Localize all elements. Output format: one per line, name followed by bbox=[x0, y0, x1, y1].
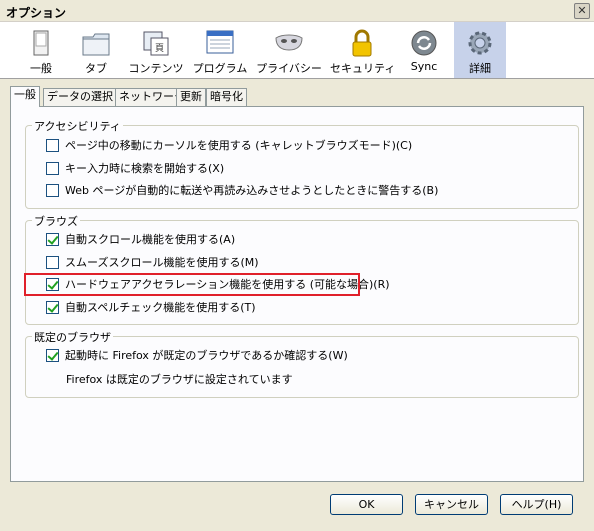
checkbox[interactable] bbox=[46, 255, 59, 269]
highlight-box bbox=[24, 273, 360, 296]
autoscroll-option[interactable]: 自動スクロール機能を使用する(A) bbox=[46, 232, 235, 249]
checkbox[interactable] bbox=[46, 300, 59, 314]
advanced-gear-icon bbox=[468, 31, 492, 55]
tab-data-choices[interactable]: データの選択 bbox=[43, 88, 117, 106]
toolbar-item-advanced[interactable]: 詳細 bbox=[454, 22, 506, 78]
accessibility-group: アクセシビリティ ページ中の移動にカーソルを使用する (キャレットブラウズモード… bbox=[25, 118, 579, 209]
general-icon bbox=[33, 30, 49, 56]
toolbar-item-general[interactable]: 一般 bbox=[20, 22, 62, 78]
svg-text:頁: 頁 bbox=[155, 43, 164, 54]
tab-update[interactable]: 更新 bbox=[176, 88, 206, 106]
checkbox[interactable] bbox=[46, 348, 59, 362]
applications-icon bbox=[206, 30, 234, 54]
window-title: オプション bbox=[6, 6, 67, 20]
title-bar: オプション ✕ bbox=[0, 0, 594, 22]
caret-browsing-option[interactable]: ページ中の移動にカーソルを使用する (キャレットブラウズモード)(C) bbox=[46, 138, 412, 155]
redirect-warning-option[interactable]: Web ページが自動的に転送や再読み込みさせようとしたときに警告する(B) bbox=[46, 183, 438, 200]
group-title: ブラウズ bbox=[32, 213, 80, 229]
checkbox[interactable] bbox=[46, 161, 59, 175]
search-on-typing-option[interactable]: キー入力時に検索を開始する(X) bbox=[46, 161, 224, 178]
checkbox[interactable] bbox=[46, 232, 59, 246]
toolbar-item-content[interactable]: 頁 コンテンツ bbox=[128, 22, 184, 78]
sync-icon bbox=[411, 30, 437, 56]
toolbar-item-applications[interactable]: プログラム bbox=[192, 22, 248, 78]
options-toolbar: 一般 タブ 頁 コンテンツ プログラム プライバシー セキュリティ Sync 詳… bbox=[0, 22, 594, 79]
group-title: 既定のブラウザ bbox=[32, 329, 113, 345]
default-browser-status: Firefox は既定のブラウザに設定されています bbox=[66, 373, 293, 386]
toolbar-item-tabs[interactable]: タブ bbox=[74, 22, 118, 78]
toolbar-item-privacy[interactable]: プライバシー bbox=[256, 22, 322, 78]
help-button[interactable]: ヘルプ(H) bbox=[500, 494, 573, 515]
checkbox[interactable] bbox=[46, 183, 59, 197]
default-browser-group: 既定のブラウザ 起動時に Firefox が既定のブラウザであるか確認する(W)… bbox=[25, 329, 579, 398]
ok-button[interactable]: OK bbox=[330, 494, 403, 515]
checkbox[interactable] bbox=[46, 138, 59, 152]
group-title: アクセシビリティ bbox=[32, 118, 123, 134]
tab-encryption[interactable]: 暗号化 bbox=[206, 88, 247, 106]
security-lock-icon bbox=[352, 29, 372, 57]
content-icon: 頁 bbox=[143, 31, 169, 56]
cancel-button[interactable]: キャンセル bbox=[415, 494, 488, 515]
close-icon: ✕ bbox=[577, 4, 587, 17]
check-default-browser-option[interactable]: 起動時に Firefox が既定のブラウザであるか確認する(W) bbox=[46, 348, 348, 365]
smooth-scroll-option[interactable]: スムーズスクロール機能を使用する(M) bbox=[46, 255, 259, 272]
privacy-mask-icon bbox=[275, 34, 303, 51]
tabs-icon bbox=[82, 33, 110, 56]
close-button[interactable]: ✕ bbox=[574, 3, 590, 19]
spellcheck-option[interactable]: 自動スペルチェック機能を使用する(T) bbox=[46, 300, 256, 317]
tab-general[interactable]: 一般 bbox=[10, 86, 40, 107]
toolbar-item-sync[interactable]: Sync bbox=[402, 22, 446, 78]
toolbar-item-security[interactable]: セキュリティ bbox=[330, 22, 395, 78]
